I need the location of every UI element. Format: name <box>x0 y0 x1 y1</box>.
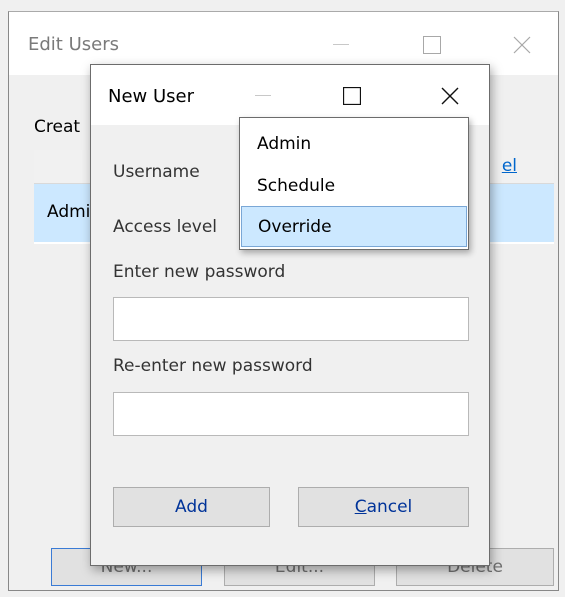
new-password-field[interactable] <box>113 297 469 341</box>
new-password-label: Enter new password <box>113 262 286 282</box>
new-user-titlebar[interactable]: New User <box>91 65 489 125</box>
maximize-icon[interactable] <box>412 29 452 61</box>
dropdown-option-override[interactable]: Override <box>241 206 467 247</box>
minimize-icon[interactable] <box>321 29 361 61</box>
edit-users-title: Edit Users <box>28 34 119 55</box>
close-icon[interactable] <box>430 79 470 113</box>
reenter-password-field[interactable] <box>113 392 469 436</box>
access-level-label: Access level <box>113 217 218 237</box>
access-level-column-header[interactable]: el <box>502 156 517 176</box>
close-icon[interactable] <box>502 29 542 61</box>
cancel-button[interactable]: Cancel <box>298 487 469 527</box>
maximize-icon[interactable] <box>332 79 372 113</box>
minimize-icon[interactable] <box>243 79 283 113</box>
access-level-dropdown[interactable]: Admin Schedule Override <box>239 117 469 250</box>
cancel-label-rest: ancel <box>366 497 413 517</box>
new-user-title: New User <box>108 86 195 107</box>
dropdown-option-admin[interactable]: Admin <box>241 123 467 164</box>
cancel-accelerator-letter: C <box>354 497 367 517</box>
add-button[interactable]: Add <box>113 487 270 527</box>
dropdown-option-schedule[interactable]: Schedule <box>241 165 467 206</box>
create-label: Creat <box>34 117 81 137</box>
reenter-password-label: Re-enter new password <box>113 356 313 376</box>
username-label: Username <box>113 162 200 182</box>
username-cell: Admi <box>47 202 91 222</box>
